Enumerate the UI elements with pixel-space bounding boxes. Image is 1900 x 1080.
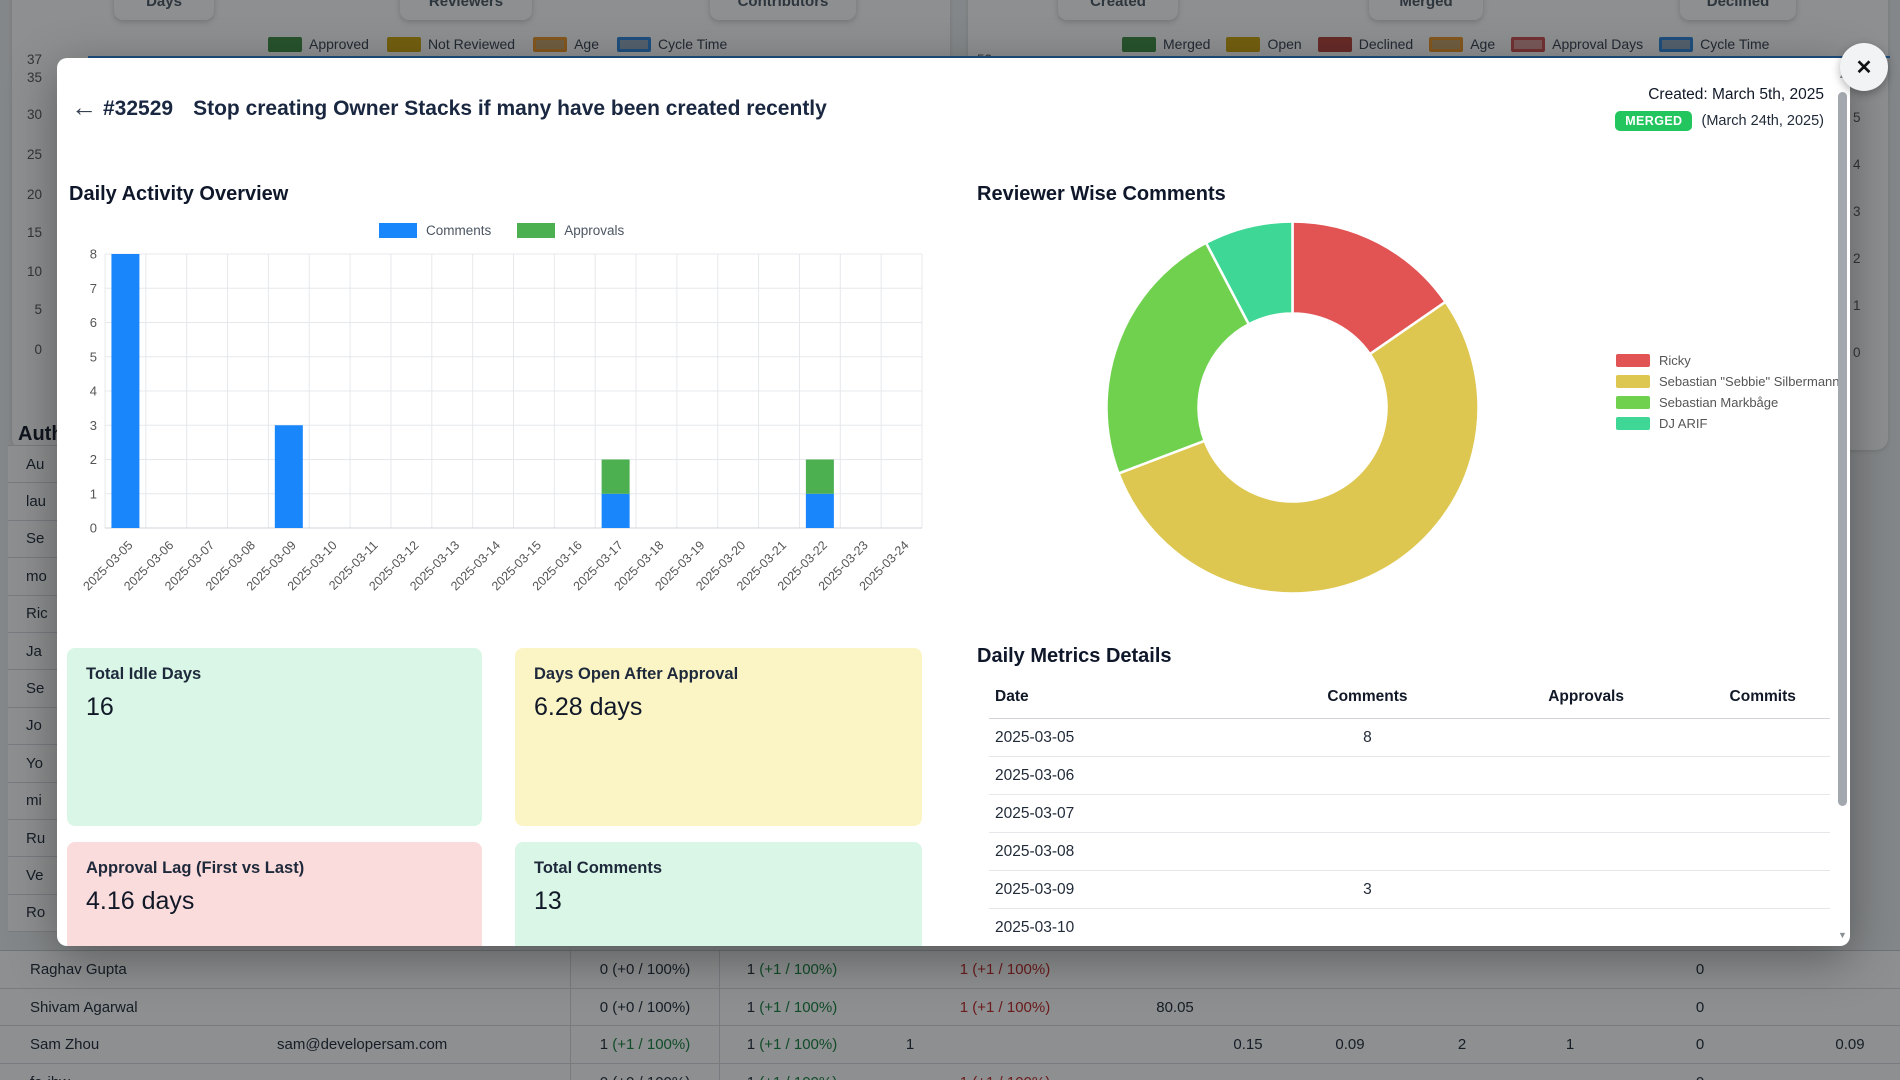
metrics-cell [1476, 756, 1696, 795]
metrics-row: 2025-03-07 [989, 794, 1830, 833]
legend-swatch [1616, 417, 1650, 430]
metrics-cell: 8 [1258, 718, 1477, 757]
merged-date: (March 24th, 2025) [1701, 113, 1824, 129]
legend-item: DJ ARIF [1616, 416, 1840, 431]
activity-chart-title: Daily Activity Overview [69, 183, 289, 205]
metric-card-label: Days Open After Approval [534, 665, 739, 683]
metrics-row: 2025-03-08 [989, 832, 1830, 871]
metrics-cell [1695, 870, 1830, 909]
metrics-cell [1258, 908, 1477, 946]
y-axis-tick: 8 [90, 247, 97, 262]
metrics-cell [1476, 794, 1696, 833]
metrics-cell: 2025-03-05 [989, 718, 1259, 757]
metrics-column-header: Commits [1695, 684, 1830, 719]
metric-card-value: 16 [86, 693, 114, 721]
y-axis-tick: 2 [90, 452, 97, 467]
metrics-column-header: Comments [1258, 684, 1477, 719]
metrics-cell [1695, 794, 1830, 833]
bar-comments-2025-03-09 [274, 425, 303, 528]
metrics-cell [1476, 832, 1696, 871]
y-axis-tick: 0 [90, 521, 97, 536]
metric-card-value: 4.16 days [86, 887, 195, 915]
daily-metrics-table: Date Comments Approvals Commits 2025-03-05 8… [989, 684, 1830, 946]
metrics-row: 2025-03-09 3 [989, 870, 1830, 909]
legend-label: Sebastian "Sebbie" Silbermann [1659, 374, 1840, 389]
metrics-cell [1695, 908, 1830, 946]
metrics-cell: 2025-03-07 [989, 794, 1259, 833]
metrics-cell [1476, 870, 1696, 909]
bar-comments-2025-03-05 [111, 254, 140, 528]
modal-header: #32529 Stop creating Owner Stacks if man… [103, 97, 827, 121]
legend-label: Sebastian Markbåge [1659, 395, 1779, 410]
pr-detail-modal: ← #32529 Stop creating Owner Stacks if m… [57, 58, 1850, 946]
pr-meta: Created: March 5th, 2025 MERGED (March 2… [1615, 86, 1824, 131]
metric-card-label: Total Idle Days [86, 665, 202, 683]
metrics-cell [1695, 832, 1830, 871]
y-axis-tick: 3 [90, 418, 97, 433]
pr-title: Stop creating Owner Stacks if many have … [193, 97, 827, 120]
y-axis-tick: 4 [90, 384, 97, 399]
metrics-cell: 2025-03-10 [989, 908, 1259, 946]
metrics-cell: 3 [1258, 870, 1477, 909]
reviewer-chart-title: Reviewer Wise Comments [977, 183, 1226, 205]
metrics-cell [1258, 794, 1477, 833]
metrics-cell [1476, 908, 1696, 946]
metrics-table-title: Daily Metrics Details [977, 645, 1172, 667]
y-axis-tick: 1 [90, 486, 97, 501]
legend-item: Sebastian Markbåge [1616, 395, 1840, 410]
metrics-cell: 2025-03-06 [989, 756, 1259, 795]
bar-approvals-2025-03-22 [805, 459, 834, 494]
metrics-row: 2025-03-05 8 [989, 718, 1830, 757]
bar-comments-2025-03-17 [601, 493, 630, 528]
scrollbar-thumb[interactable] [1838, 92, 1847, 806]
metrics-cell [1258, 756, 1477, 795]
back-arrow-icon[interactable]: ← [71, 94, 97, 120]
donut-chart-svg [1105, 220, 1480, 595]
metrics-cell: 2025-03-08 [989, 832, 1259, 871]
donut-chart-legend: Ricky Sebastian "Sebbie" Silbermann Sebast… [1616, 353, 1840, 437]
close-icon[interactable]: ✕ [1840, 43, 1888, 91]
metrics-cell [1258, 832, 1477, 871]
metric-card: Approval Lag (First vs Last) 4.16 days [67, 842, 482, 946]
metric-card: Days Open After Approval 6.28 days [515, 648, 922, 826]
y-axis-tick: 6 [90, 315, 97, 330]
metric-card: Total Idle Days 16 [67, 648, 482, 826]
metrics-cell [1695, 718, 1830, 757]
metrics-column-header: Date [989, 684, 1259, 719]
bar-chart-svg: 0123456782025-03-052025-03-062025-03-072… [80, 247, 923, 593]
modal-scrollbar[interactable]: ▲ ▼ [1836, 70, 1849, 940]
legend-swatch [1616, 375, 1650, 388]
metric-card: Total Comments 13 [515, 842, 922, 946]
legend-label: DJ ARIF [1659, 416, 1708, 431]
metric-card-label: Approval Lag (First vs Last) [86, 859, 305, 877]
metrics-cell: 2025-03-09 [989, 870, 1259, 909]
bar-comments-2025-03-22 [805, 493, 834, 528]
metrics-row: 2025-03-06 [989, 756, 1830, 795]
metric-card-value: 6.28 days [534, 693, 643, 721]
legend-label: Ricky [1659, 353, 1691, 368]
daily-activity-bar-chart: 0 1 2 3 4 5 6 7 8 2025-03-05 2025-03-06 2025-03-07 2… [65, 210, 945, 615]
pr-number: #32529 [103, 97, 174, 120]
metric-card-value: 13 [534, 887, 562, 915]
created-date: Created: March 5th, 2025 [1648, 86, 1824, 103]
legend-item: Ricky [1616, 353, 1840, 368]
bar-approvals-2025-03-17 [601, 459, 630, 494]
metrics-cell [1476, 718, 1696, 757]
y-axis-tick: 7 [90, 281, 97, 296]
metrics-column-header: Approvals [1476, 684, 1696, 719]
legend-swatch [1616, 396, 1650, 409]
metric-card-label: Total Comments [534, 859, 663, 877]
y-axis-tick: 5 [90, 349, 97, 364]
reviewer-comments-donut-chart [1100, 215, 1485, 605]
status-badge: MERGED [1615, 111, 1693, 131]
metrics-row: 2025-03-10 [989, 908, 1830, 946]
legend-item: Sebastian "Sebbie" Silbermann [1616, 374, 1840, 389]
metrics-cell [1695, 756, 1830, 795]
legend-swatch [1616, 354, 1650, 367]
scrollbar-down-icon[interactable]: ▼ [1836, 930, 1849, 940]
